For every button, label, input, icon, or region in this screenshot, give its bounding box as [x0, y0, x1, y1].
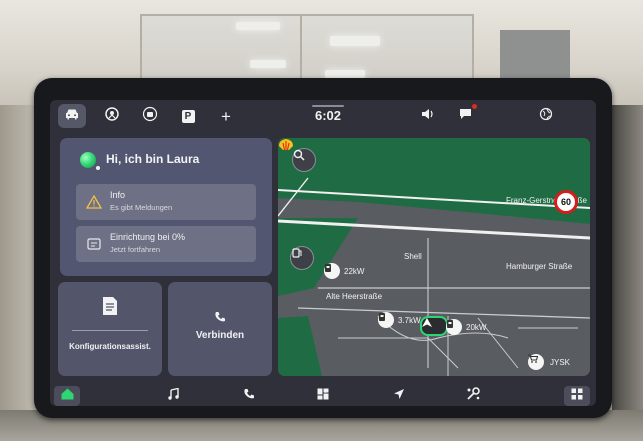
- apps-button[interactable]: [564, 386, 590, 406]
- charger-3-7kw-label: 3.7kW: [398, 316, 421, 325]
- charger-20kw-label: 20kW: [466, 323, 487, 332]
- poi-shell-label: Shell: [404, 252, 422, 261]
- assistant-orb-dot: [96, 166, 100, 170]
- plus-icon: +: [221, 106, 231, 126]
- document-icon: [102, 296, 118, 321]
- parking-button[interactable]: P: [174, 104, 202, 128]
- clock: 6:02: [314, 108, 342, 123]
- infotainment-screen: P + 6:02 Hi, ich bin Laura Info Es gibt …: [50, 100, 596, 406]
- tile-divider: [72, 330, 148, 331]
- status-bar: P + 6:02: [50, 100, 596, 132]
- info-title: Info: [110, 190, 126, 200]
- setup-row[interactable]: Einrichtung bei 0% Jetzt fortfahren: [76, 226, 256, 262]
- navigation-icon: [393, 387, 405, 405]
- map-canvas: [278, 138, 590, 376]
- globe-icon: [539, 107, 553, 126]
- vehicle-settings-button[interactable]: [460, 386, 486, 406]
- speed-limit-sign: 60: [554, 190, 578, 214]
- car-button[interactable]: [58, 104, 86, 128]
- street-alte-label: Alte Heerstraße: [326, 292, 383, 301]
- map-search-button[interactable]: [292, 148, 316, 172]
- bottom-bar: [50, 384, 596, 406]
- dashboard-left: [0, 105, 38, 441]
- config-assistant-label: Konfigurationsassist.: [69, 342, 151, 351]
- connect-label: Verbinden: [195, 330, 245, 341]
- assistant-orb-icon: [80, 152, 96, 168]
- setup-title: Einrichtung bei 0%: [110, 232, 186, 242]
- current-position-marker: [420, 316, 448, 336]
- street-hamburger-label: Hamburger Straße: [506, 262, 573, 271]
- navigation-button[interactable]: [386, 386, 412, 406]
- notification-button[interactable]: [452, 104, 480, 128]
- steering-assist-icon: [104, 106, 120, 127]
- navigation-map[interactable]: Franz-Gerstner-Straße 60 Shell Hamburger…: [278, 138, 590, 376]
- jysk-poi-pin[interactable]: [528, 354, 544, 370]
- dashboard-right: [612, 105, 643, 441]
- apps-icon: [571, 387, 583, 405]
- music-button[interactable]: [160, 386, 186, 406]
- dashboard-icon: [317, 387, 329, 405]
- music-icon: [167, 387, 179, 405]
- poi-jysk-label: JYSK: [550, 358, 571, 367]
- home-icon: [61, 387, 74, 405]
- shell-icon: [279, 139, 293, 151]
- setup-subtitle: Jetzt fortfahren: [110, 245, 161, 254]
- home-button[interactable]: [54, 386, 80, 406]
- info-row[interactable]: Info Es gibt Meldungen: [76, 184, 256, 220]
- clock-indicator: [312, 105, 344, 107]
- charger-pin-3-7kw[interactable]: [378, 312, 394, 328]
- phone-icon: [243, 387, 255, 405]
- assistant-greeting: Hi, ich bin Laura: [106, 152, 200, 166]
- steering-assist-button[interactable]: [98, 104, 126, 128]
- connect-tile[interactable]: Verbinden: [168, 282, 272, 376]
- volume-icon: [421, 107, 435, 125]
- phone-button[interactable]: [236, 386, 262, 406]
- car-icon: [64, 107, 80, 126]
- camera-button[interactable]: [136, 104, 164, 128]
- dashboard-button[interactable]: [310, 386, 336, 406]
- assistant-card[interactable]: Hi, ich bin Laura Info Es gibt Meldungen…: [60, 138, 272, 276]
- notification-icon: [459, 104, 477, 125]
- charger-pin-20kw[interactable]: [446, 319, 462, 335]
- charger-22kw-label: 22kW: [344, 267, 365, 276]
- warning-icon: [85, 194, 103, 210]
- info-subtitle: Es gibt Meldungen: [110, 203, 173, 212]
- settings-icon: [466, 387, 480, 405]
- volume-button[interactable]: [414, 104, 442, 128]
- charger-pin-22kw[interactable]: [324, 263, 340, 279]
- connectivity-button[interactable]: [532, 104, 560, 128]
- glass-mullion: [300, 14, 302, 86]
- map-charging-filter-button[interactable]: [290, 246, 314, 270]
- parking-icon: P: [181, 109, 195, 123]
- config-assistant-tile[interactable]: Konfigurationsassist.: [58, 282, 162, 376]
- phone-icon: [214, 310, 226, 328]
- camera-car-icon: [142, 106, 158, 127]
- notification-badge: [472, 104, 477, 109]
- add-shortcut-button[interactable]: +: [212, 104, 240, 128]
- setup-icon: [86, 236, 102, 252]
